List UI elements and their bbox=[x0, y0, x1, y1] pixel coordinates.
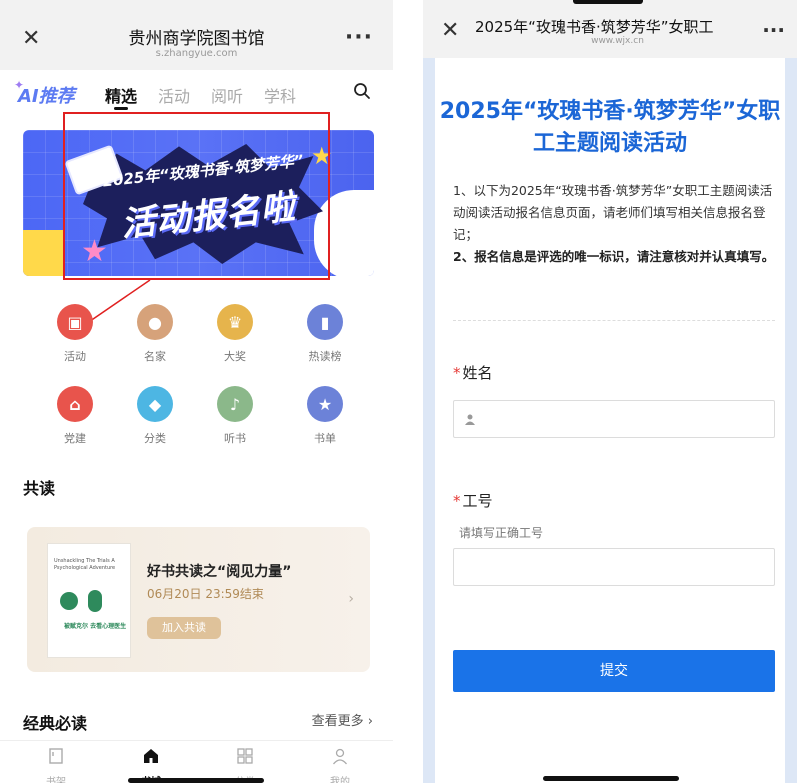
active-tab-indicator bbox=[114, 107, 128, 110]
chevron-right-icon: › bbox=[367, 714, 373, 729]
entry-party-building[interactable]: ⌂ 党建 bbox=[40, 386, 110, 446]
tab-featured[interactable]: 精选 bbox=[105, 83, 137, 107]
bookshelf-icon bbox=[49, 748, 63, 764]
entry-label: 活动 bbox=[64, 350, 86, 363]
gift-icon: ▣ bbox=[57, 304, 93, 340]
cover-english-title: Unshackling The Trials A Psychological A… bbox=[54, 558, 116, 571]
employee-id-hint: 请填写正确工号 bbox=[459, 526, 544, 540]
cover-illustration bbox=[60, 592, 78, 610]
registration-form-panel: ✕ 2025年“玫瑰书香·筑梦芳华”女职工 www.wjx.cn ··· 202… bbox=[423, 0, 797, 783]
book-cover: Unshackling The Trials A Psychological A… bbox=[47, 543, 131, 658]
home-indicator bbox=[543, 776, 679, 781]
right-page-title: 2025年“玫瑰书香·筑梦芳华”女职工 bbox=[475, 18, 714, 36]
join-reading-button[interactable]: 加入共读 bbox=[147, 617, 221, 639]
required-mark: * bbox=[453, 492, 461, 510]
user-icon bbox=[332, 748, 348, 765]
left-page-url: s.zhangyue.com bbox=[155, 48, 238, 59]
building-icon: ⌂ bbox=[57, 386, 93, 422]
section-title-shared-reading: 共读 bbox=[23, 479, 56, 498]
entry-label: 党建 bbox=[64, 432, 86, 445]
tab-ai-recommend[interactable]: AI推荐 bbox=[18, 82, 75, 108]
entry-categories[interactable]: ◆ 分类 bbox=[120, 386, 190, 446]
tab-subjects[interactable]: 学科 bbox=[264, 83, 296, 107]
nav-label: 我的 bbox=[330, 777, 350, 783]
right-page-url: www.wjx.cn bbox=[591, 36, 644, 46]
trophy-icon: ♛ bbox=[217, 304, 253, 340]
employee-id-input[interactable] bbox=[453, 548, 775, 586]
see-more-link[interactable]: 查看更多 › bbox=[312, 710, 373, 729]
shared-reading-card[interactable]: Unshackling The Trials A Psychological A… bbox=[27, 527, 370, 672]
banner-yellow-block bbox=[23, 230, 63, 276]
person-icon: ● bbox=[137, 304, 173, 340]
entry-booklists[interactable]: ★ 书单 bbox=[290, 386, 360, 446]
submit-button[interactable]: 提交 bbox=[453, 650, 775, 692]
bottom-navigation: 书架 书城 分类 我的 bbox=[0, 740, 393, 783]
more-options-icon[interactable]: ··· bbox=[762, 18, 785, 42]
see-more-label: 查看更多 bbox=[311, 714, 364, 729]
form-description: 1、以下为2025年“玫瑰书香·筑梦芳华”女职工主题阅读活动阅读活动报名信息页面… bbox=[453, 180, 775, 268]
nav-bookshelf[interactable]: 书架 bbox=[26, 747, 86, 783]
page-margin-left bbox=[423, 58, 435, 783]
close-icon[interactable]: ✕ bbox=[441, 18, 459, 43]
entry-label: 大奖 bbox=[224, 350, 246, 363]
card-end-time: 06月20日 23:59结束 bbox=[147, 587, 264, 601]
form-title: 2025年“玫瑰书香·筑梦芳华”女职工主题阅读活动 bbox=[439, 99, 781, 156]
left-title-bar: ✕ 贵州商学院图书馆 s.zhangyue.com ··· bbox=[0, 0, 393, 70]
field-label-text: 工号 bbox=[462, 492, 493, 510]
search-icon[interactable] bbox=[353, 82, 371, 100]
entry-awards[interactable]: ♛ 大奖 bbox=[200, 304, 270, 364]
section-title-classics: 经典必读 bbox=[23, 714, 88, 733]
name-input[interactable] bbox=[453, 400, 775, 438]
category-tabs: ✦ AI推荐 精选 活动 阅听 学科 bbox=[0, 78, 393, 110]
headphone-book-icon: ♪ bbox=[217, 386, 253, 422]
survey-form: 2025年“玫瑰书香·筑梦芳华”女职工主题阅读活动 1、以下为2025年“玫瑰书… bbox=[435, 58, 785, 783]
more-options-icon[interactable]: ··· bbox=[345, 25, 373, 50]
chevron-right-icon[interactable]: › bbox=[348, 591, 354, 607]
status-notch bbox=[573, 0, 643, 4]
booklist-icon: ★ bbox=[307, 386, 343, 422]
entry-label: 听书 bbox=[224, 432, 246, 445]
entry-audiobooks[interactable]: ♪ 听书 bbox=[200, 386, 270, 446]
bar-chart-icon: ▮ bbox=[307, 304, 343, 340]
cover-illustration-figure bbox=[88, 590, 102, 612]
required-mark: * bbox=[453, 364, 461, 382]
layers-icon: ◆ bbox=[137, 386, 173, 422]
nav-label: 书架 bbox=[46, 777, 66, 783]
home-icon bbox=[144, 749, 158, 763]
library-app-panel: ✕ 贵州商学院图书馆 s.zhangyue.com ··· ✦ AI推荐 精选 … bbox=[0, 0, 393, 783]
entry-label: 分类 bbox=[144, 432, 166, 445]
entry-hot-reads[interactable]: ▮ 热读榜 bbox=[290, 304, 360, 364]
card-title: 好书共读之“阅见力量” bbox=[147, 564, 292, 580]
form-description-line-2: 2、报名信息是评选的唯一标识，请注意核对并认真填写。 bbox=[453, 249, 775, 264]
right-title-bar: ✕ 2025年“玫瑰书香·筑梦芳华”女职工 www.wjx.cn ··· bbox=[423, 0, 797, 58]
cover-chinese-title: 被赋克尔 去看心理医生 bbox=[64, 623, 127, 630]
entry-label: 热读榜 bbox=[308, 350, 342, 363]
page-margin-right bbox=[785, 58, 797, 783]
grid-icon bbox=[237, 748, 253, 764]
tab-read-listen[interactable]: 阅听 bbox=[211, 83, 243, 107]
nav-mine[interactable]: 我的 bbox=[310, 747, 370, 783]
field-label-name: * 姓名 bbox=[453, 362, 493, 383]
entry-activities[interactable]: ▣ 活动 bbox=[40, 304, 110, 364]
entry-label: 名家 bbox=[144, 350, 166, 363]
highlight-annotation-box bbox=[63, 112, 330, 280]
home-indicator bbox=[128, 778, 264, 783]
form-divider bbox=[453, 320, 775, 321]
entry-famous-authors[interactable]: ● 名家 bbox=[120, 304, 190, 364]
form-description-line-1: 1、以下为2025年“玫瑰书香·筑梦芳华”女职工主题阅读活动阅读活动报名信息页面… bbox=[453, 183, 773, 242]
tab-activities[interactable]: 活动 bbox=[158, 83, 190, 107]
field-label-text: 姓名 bbox=[462, 364, 493, 382]
left-page-title: 贵州商学院图书馆 bbox=[128, 29, 265, 49]
field-label-employee-id: * 工号 bbox=[453, 490, 493, 511]
user-icon bbox=[465, 414, 475, 425]
entry-label: 书单 bbox=[314, 432, 336, 445]
